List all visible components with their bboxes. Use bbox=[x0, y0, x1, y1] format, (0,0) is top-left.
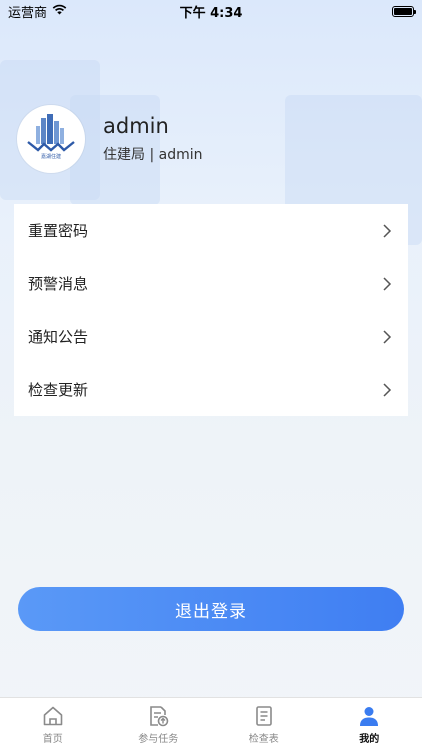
home-icon bbox=[43, 706, 63, 725]
menu-item-check-update[interactable]: 检查更新 bbox=[14, 363, 408, 416]
profile-header: 嘉湖住建 admin 住建局 | admin bbox=[17, 105, 202, 173]
status-time: 下午 4:34 bbox=[179, 5, 243, 21]
menu-item-label: 预警消息 bbox=[28, 275, 89, 293]
menu-item-reset-password[interactable]: 重置密码 bbox=[14, 204, 408, 257]
wifi-icon bbox=[52, 4, 67, 19]
battery-icon bbox=[392, 5, 416, 17]
menu-item-label: 通知公告 bbox=[28, 328, 89, 346]
tab-mine[interactable]: 我的 bbox=[317, 698, 422, 750]
tab-label: 参与任务 bbox=[138, 733, 179, 745]
building-logo-icon: 嘉湖住建 bbox=[27, 114, 75, 160]
tab-bar: 首页 参与任务 检查表 我的 bbox=[0, 697, 422, 750]
chevron-right-icon bbox=[383, 329, 392, 344]
status-bar: 运营商 下午 4:34 bbox=[0, 0, 422, 22]
logout-button[interactable]: 退出登录 bbox=[18, 587, 404, 631]
user-subtitle: 住建局 | admin bbox=[103, 147, 203, 163]
username: admin bbox=[103, 114, 169, 138]
avatar[interactable]: 嘉湖住建 bbox=[17, 105, 85, 173]
chevron-right-icon bbox=[383, 382, 392, 397]
menu-item-warning-messages[interactable]: 预警消息 bbox=[14, 257, 408, 310]
avatar-logo-text: 嘉湖住建 bbox=[41, 153, 61, 160]
menu-item-label: 检查更新 bbox=[28, 381, 89, 399]
tab-tasks[interactable]: 参与任务 bbox=[106, 698, 212, 750]
task-upload-icon bbox=[150, 705, 169, 726]
tab-label: 我的 bbox=[359, 733, 380, 745]
document-icon bbox=[255, 705, 272, 726]
chevron-right-icon bbox=[383, 223, 392, 238]
person-icon bbox=[360, 706, 379, 726]
tab-home[interactable]: 首页 bbox=[0, 698, 106, 750]
settings-menu: 重置密码 预警消息 通知公告 检查更新 bbox=[14, 204, 408, 416]
tab-label: 首页 bbox=[42, 733, 63, 745]
tab-label: 检查表 bbox=[248, 733, 279, 745]
menu-item-announcements[interactable]: 通知公告 bbox=[14, 310, 408, 363]
menu-item-label: 重置密码 bbox=[28, 222, 89, 240]
carrier-label: 运营商 bbox=[8, 5, 48, 21]
chevron-right-icon bbox=[383, 276, 392, 291]
tab-checklist[interactable]: 检查表 bbox=[211, 698, 317, 750]
